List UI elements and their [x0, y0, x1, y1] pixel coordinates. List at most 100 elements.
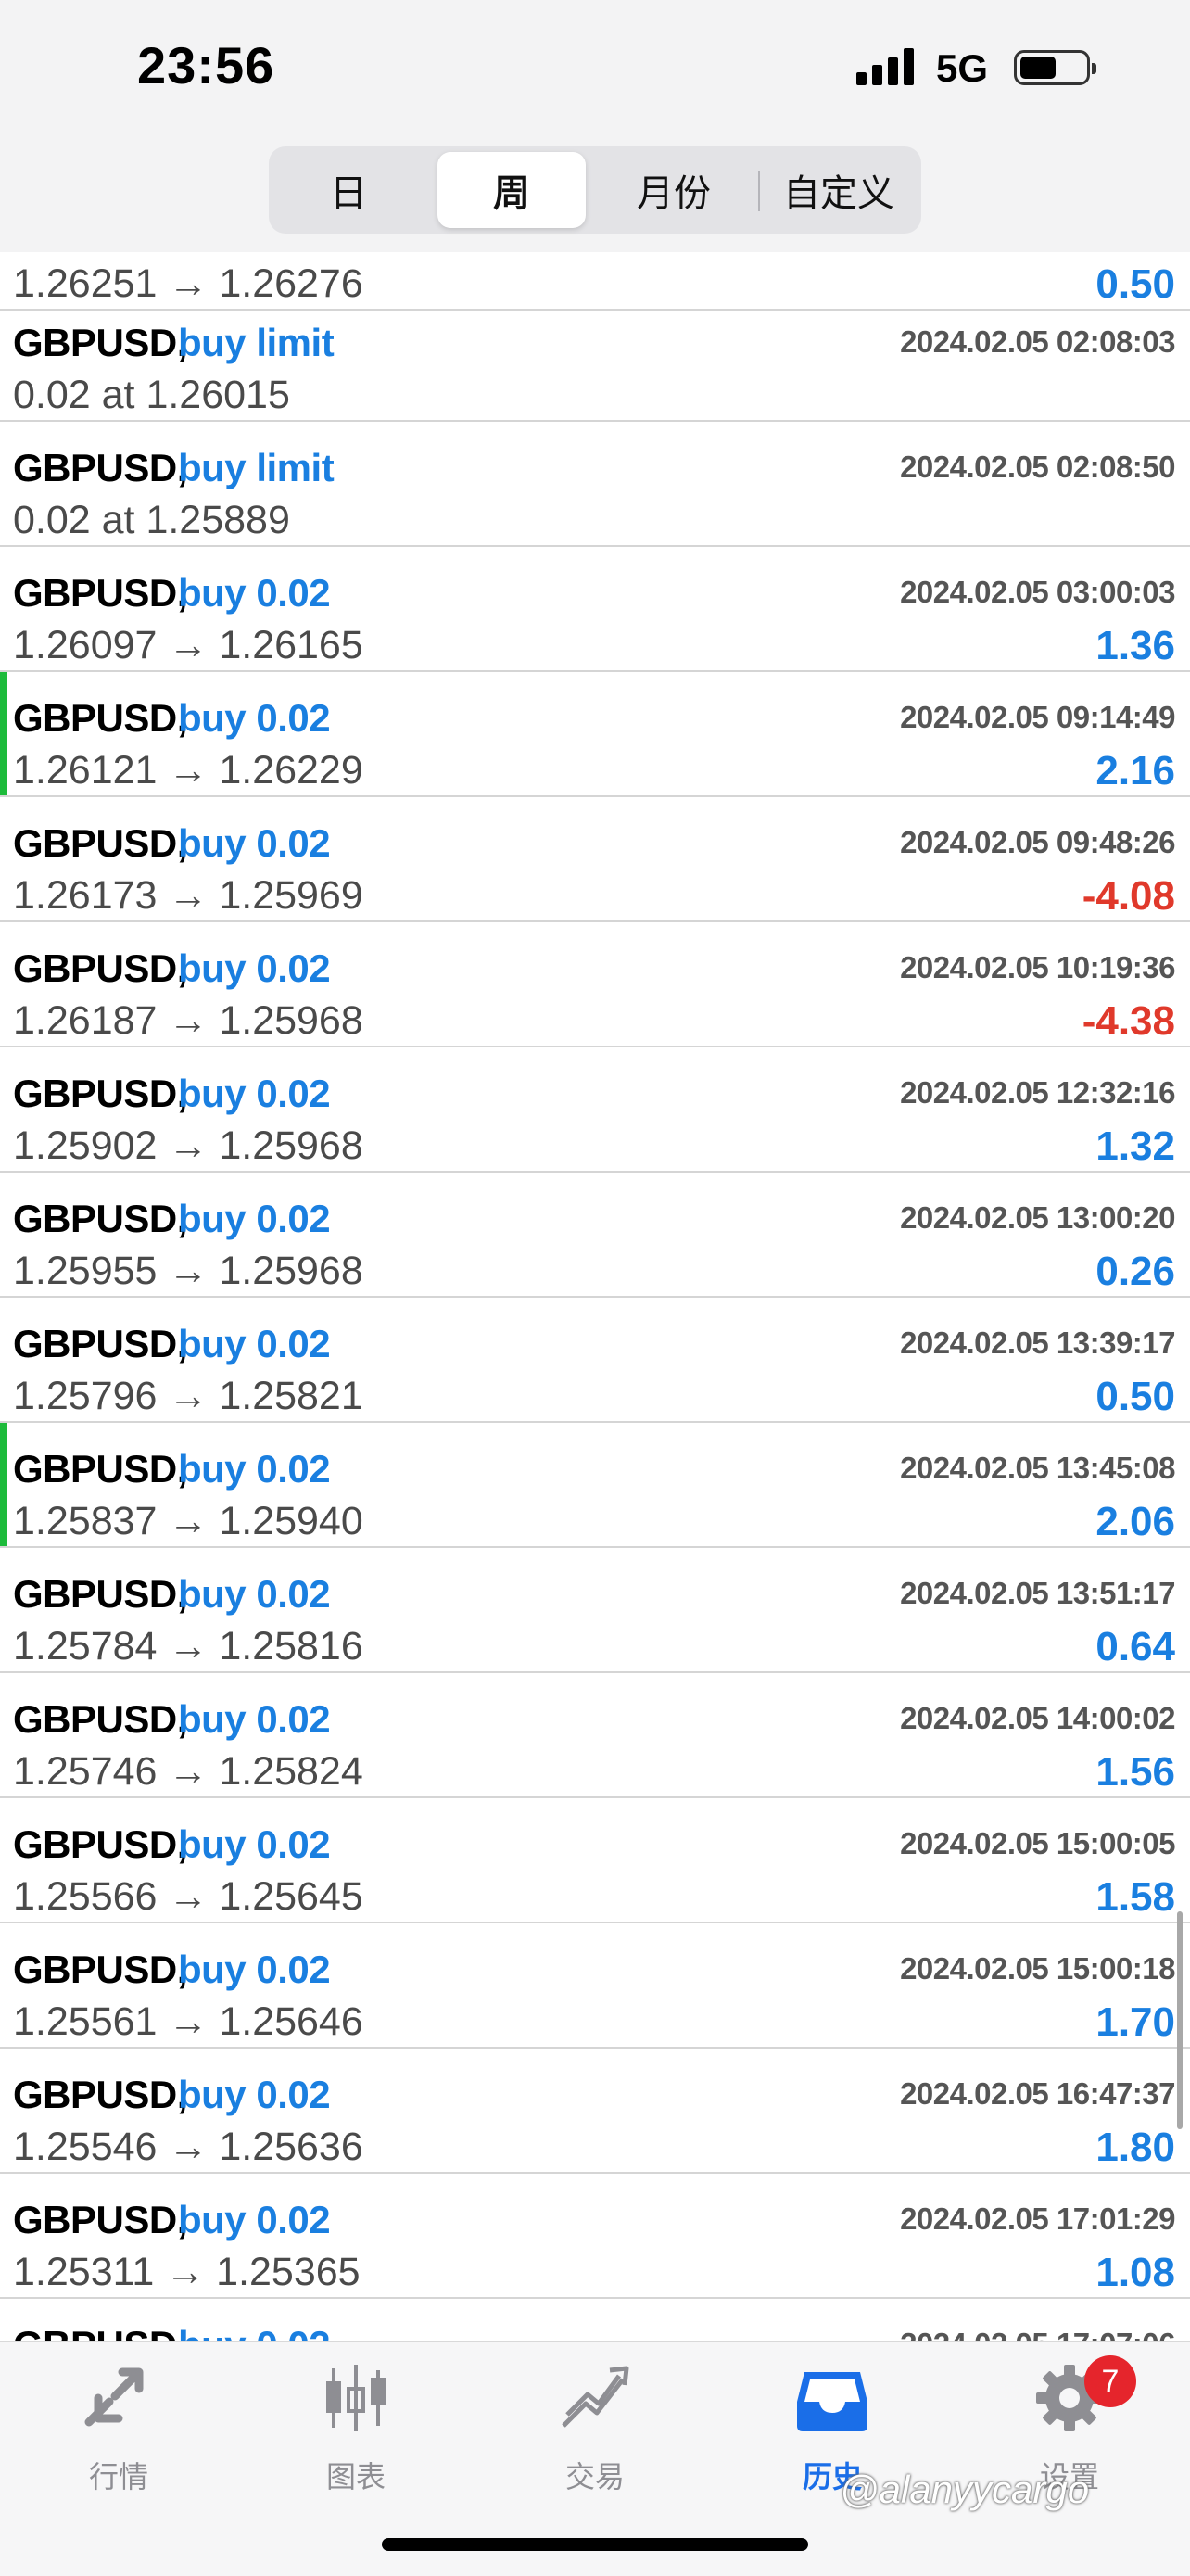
deal-prices: 0.02 at 1.26015 — [13, 373, 290, 417]
tab-trade[interactable]: 交易 — [521, 2361, 669, 2500]
deal-symbol: GBPUSD, — [13, 1572, 187, 1616]
deal-datetime: 2024.02.05 13:45:08 — [900, 1451, 1175, 1485]
deal-datetime: 2024.02.05 09:48:26 — [900, 825, 1175, 859]
history-inbox-icon — [797, 2372, 867, 2431]
deal-profit: 1.70 — [1095, 1999, 1175, 2045]
list-item[interactable]: GBPUSD, buy 0.02 2024.02.05 14:00:02 1.2574… — [0, 1673, 1190, 1798]
list-item[interactable]: GBPUSD, buy 0.02 2024.02.05 13:00:20 1.2595… — [0, 1173, 1190, 1298]
deal-symbol: GBPUSD, — [13, 2198, 187, 2241]
deal-symbol: GBPUSD, — [13, 696, 187, 740]
list-item[interactable]: GBPUSD, buy 0.02 2024.02.05 10:19:36 1.2618… — [0, 922, 1190, 1047]
period-segmented-control: 日 周 月份 自定义 — [269, 146, 921, 234]
deal-profit: 0.50 — [1095, 1374, 1175, 1419]
deal-prices: 1.25566 → 1.25645 — [13, 1874, 363, 1919]
deal-profit: 1.08 — [1095, 2250, 1175, 2295]
deal-action: buy 0.02 — [178, 1072, 331, 1115]
tab-label: 行情 — [88, 2460, 148, 2494]
deal-action: buy 0.02 — [178, 571, 331, 615]
deal-prices: 0.02 at 1.25889 — [13, 498, 290, 542]
deal-action: buy 0.02 — [178, 1697, 331, 1741]
home-indicator[interactable] — [382, 2538, 808, 2551]
deal-datetime: 2024.02.05 14:00:02 — [900, 1701, 1175, 1735]
deal-action: buy 0.02 — [178, 1822, 331, 1866]
deal-profit: 1.32 — [1095, 1123, 1175, 1169]
list-item[interactable]: GBPUSD,buy 0.02 2024.02.05 17:07:06 — [0, 2299, 1190, 2341]
tab-label: 图表 — [325, 2460, 386, 2494]
deal-prices: 1.25955 → 1.25968 — [13, 1249, 363, 1293]
candlestick-chart-icon — [326, 2365, 386, 2431]
deal-datetime: 2024.02.05 13:51:17 — [900, 1576, 1175, 1610]
tab-quotes[interactable]: 行情 — [44, 2361, 193, 2500]
list-item[interactable]: GBPUSD, buy limit 2024.02.05 02:08:03 0.02 … — [0, 297, 1190, 422]
history-list[interactable]: 1.26251 → 1.26276 0.50 GBPUSD, buy limit 2… — [0, 252, 1190, 2341]
deal-datetime: 2024.02.05 17:01:29 — [900, 2202, 1175, 2236]
deal-symbol: GBPUSD, — [13, 946, 187, 990]
deal-prices: 1.26187 → 1.25968 — [13, 998, 363, 1043]
deal-profit: 1.80 — [1095, 2125, 1175, 2170]
deal-profit: 1.56 — [1095, 1749, 1175, 1795]
deal-symbol: GBPUSD, — [13, 1072, 187, 1115]
settings-badge: 7 — [1084, 2355, 1136, 2407]
segment-week[interactable]: 周 — [437, 152, 586, 228]
list-item[interactable]: GBPUSD, buy 0.02 2024.02.05 13:39:17 1.2579… — [0, 1298, 1190, 1423]
deal-profit: 0.26 — [1095, 1249, 1175, 1294]
status-bar: 23:56 5G — [0, 0, 1190, 139]
tab-charts[interactable]: 图表 — [282, 2361, 430, 2500]
deal-prices: 1.26121 → 1.26229 — [13, 748, 363, 793]
list-item[interactable]: GBPUSD, buy 0.02 2024.02.05 09:14:49 1.2612… — [0, 672, 1190, 797]
watermark: @alanyycargo — [840, 2468, 1090, 2511]
deal-prices: 1.25746 → 1.25824 — [13, 1749, 363, 1794]
list-item[interactable]: GBPUSD, buy limit 2024.02.05 02:08:50 0.02 … — [0, 422, 1190, 547]
deal-profit: 0.64 — [1095, 1624, 1175, 1669]
list-item[interactable]: GBPUSD, buy 0.02 2024.02.05 13:51:17 1.2578… — [0, 1548, 1190, 1673]
list-item[interactable]: GBPUSD, buy 0.02 2024.02.05 03:00:03 1.2609… — [0, 547, 1190, 672]
deal-datetime: 2024.02.05 02:08:50 — [900, 450, 1175, 484]
trade-trend-icon — [562, 2366, 629, 2428]
list-item[interactable]: GBPUSD, buy 0.02 2024.02.05 16:47:37 1.2554… — [0, 2049, 1190, 2174]
deal-datetime: 2024.02.05 10:19:36 — [900, 950, 1175, 984]
list-item[interactable]: GBPUSD, buy 0.02 2024.02.05 17:01:29 1.2531… — [0, 2174, 1190, 2299]
deal-datetime: 2024.02.05 09:14:49 — [900, 700, 1175, 734]
network-type: 5G — [936, 46, 989, 90]
row-marker — [0, 672, 7, 795]
deal-prices: 1.26097 → 1.26165 — [13, 623, 363, 667]
deal-action: buy 0.02 — [178, 1322, 331, 1365]
row-marker — [0, 1423, 7, 1546]
segment-day[interactable]: 日 — [274, 152, 423, 228]
deal-datetime: 2024.02.05 15:00:18 — [900, 1951, 1175, 1986]
tab-label: 交易 — [564, 2460, 625, 2494]
period-selector-bar: 日 周 月份 自定义 — [0, 139, 1190, 252]
deal-prices: 1.25784 → 1.25816 — [13, 1624, 363, 1669]
segment-month[interactable]: 月份 — [595, 152, 753, 228]
deal-symbol: GBPUSD, — [13, 1948, 187, 1991]
list-item[interactable]: GBPUSD, buy 0.02 2024.02.05 15:00:05 1.2556… — [0, 1798, 1190, 1923]
deal-prices: 1.25561 → 1.25646 — [13, 1999, 363, 2044]
deal-action: buy 0.02 — [178, 1572, 331, 1616]
deal-action: buy 0.02 — [178, 946, 331, 990]
deal-datetime: 2024.02.05 15:00:05 — [900, 1826, 1175, 1860]
segment-divider — [758, 171, 760, 211]
list-item[interactable]: GBPUSD, buy 0.02 2024.02.05 15:00:18 1.2556… — [0, 1923, 1190, 2049]
deal-symbol: GBPUSD, — [13, 1322, 187, 1365]
segment-custom[interactable]: 自定义 — [762, 152, 916, 228]
deal-profit: 2.16 — [1095, 748, 1175, 793]
list-item[interactable]: GBPUSD, buy 0.02 2024.02.05 13:45:08 1.2583… — [0, 1423, 1190, 1548]
deal-symbol: GBPUSD, — [13, 2323, 187, 2341]
cellular-signal-icon — [856, 48, 916, 85]
deal-action: buy 0.02 — [178, 821, 331, 865]
deal-action: buy limit — [178, 321, 335, 364]
deal-datetime: 2024.02.05 13:00:20 — [900, 1200, 1175, 1235]
deal-prices: 1.26173 → 1.25969 — [13, 873, 363, 918]
deal-prices: 1.25837 → 1.25940 — [13, 1499, 363, 1543]
list-item[interactable]: GBPUSD, buy 0.02 2024.02.05 12:32:16 1.2590… — [0, 1047, 1190, 1173]
deal-profit: -4.08 — [1082, 873, 1175, 919]
deal-profit: -4.38 — [1082, 998, 1175, 1044]
deal-symbol: GBPUSD, — [13, 1197, 187, 1240]
deal-prices: 1.25546 → 1.25636 — [13, 2125, 363, 2169]
deal-profit: 2.06 — [1095, 1499, 1175, 1544]
battery-icon — [1014, 50, 1096, 85]
deal-action: buy 0.02 — [178, 2073, 331, 2116]
deal-symbol: GBPUSD, — [13, 1697, 187, 1741]
list-item[interactable]: GBPUSD, buy 0.02 2024.02.05 09:48:26 1.2617… — [0, 797, 1190, 922]
scrollbar[interactable] — [1177, 1911, 1183, 2129]
